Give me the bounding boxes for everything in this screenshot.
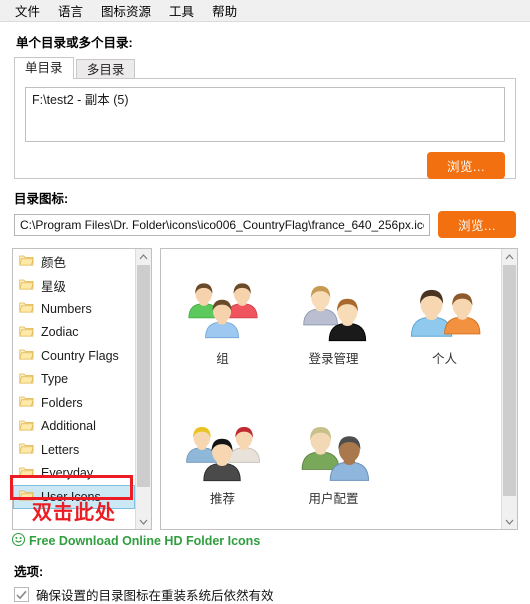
icon-grid-item[interactable]: 登录管理: [278, 255, 389, 395]
category-scrollbar-thumb[interactable]: [137, 265, 150, 487]
icon-grid[interactable]: 组 登录管理 个人推荐 用户配置: [161, 249, 501, 529]
scroll-up-icon[interactable]: [136, 249, 151, 264]
folder-icon: [19, 373, 34, 384]
menu-language[interactable]: 语言: [49, 0, 92, 22]
tab-single-directory[interactable]: 单目录: [14, 57, 74, 79]
menu-tools[interactable]: 工具: [160, 0, 203, 22]
category-item[interactable]: Zodiac: [13, 321, 135, 345]
directory-tabs: 单目录 多目录: [14, 57, 530, 79]
folder-icon: [19, 489, 34, 504]
icon-grid-item[interactable]: 推荐: [167, 395, 278, 529]
download-link-row[interactable]: Free Download Online HD Folder Icons: [11, 532, 530, 549]
icon-path-label: 目录图标:: [14, 192, 69, 206]
category-item[interactable]: Country Flags: [13, 344, 135, 368]
icon-grid-scrollbar[interactable]: [501, 249, 517, 529]
menu-bar: 文件 语言 图标资源 工具 帮助: [0, 0, 530, 22]
folder-icon: [19, 325, 34, 340]
icon-grid-item-label: 个人: [431, 352, 457, 366]
persist-icon-checkbox[interactable]: [14, 587, 29, 602]
directory-browse-button[interactable]: 浏览...: [427, 152, 505, 179]
category-list[interactable]: 颜色星级 Numbers Zodiac Country Flags Type Folder…: [13, 249, 135, 529]
icon-path-row: 浏览...: [14, 211, 516, 238]
menu-file[interactable]: 文件: [6, 0, 49, 22]
folder-icon: [19, 349, 34, 360]
category-item-label: User Icons: [41, 489, 101, 504]
workers-group-icon: [175, 395, 271, 486]
directory-textarea[interactable]: [25, 87, 505, 142]
two-users-config-icon: [286, 395, 382, 486]
folder-icon: [19, 442, 34, 457]
folder-icon: [19, 420, 34, 431]
category-item-label: Additional: [41, 419, 96, 434]
category-item-label: 星级: [41, 279, 67, 294]
smiley-face-icon: [11, 532, 26, 549]
folder-icon: [19, 395, 34, 410]
icon-grid-item-label: 登录管理: [308, 352, 359, 366]
directory-tab-panel: 浏览...: [14, 78, 516, 179]
category-item-label: Folders: [41, 395, 83, 410]
folder-icon: [19, 301, 34, 316]
download-icons-link[interactable]: Free Download Online HD Folder Icons: [29, 534, 260, 548]
category-item[interactable]: Type: [13, 368, 135, 392]
icon-grid-item-label: 组: [216, 352, 229, 366]
category-list-scrollbar[interactable]: [135, 249, 151, 529]
category-item-label: Numbers: [41, 301, 92, 316]
category-item[interactable]: Letters: [13, 438, 135, 462]
couple-icon: [397, 255, 493, 346]
folder-icon: [19, 466, 34, 481]
browser-area: 颜色星级 Numbers Zodiac Country Flags Type Folder…: [12, 248, 518, 530]
category-item-label: Zodiac: [41, 325, 79, 340]
category-item[interactable]: 颜色: [13, 250, 135, 274]
icon-grid-item[interactable]: 组: [167, 255, 278, 395]
folder-icon: [19, 255, 34, 266]
category-item[interactable]: Numbers: [13, 297, 135, 321]
category-item-label: Everyday: [41, 466, 94, 481]
icon-grid-item[interactable]: 个人: [389, 255, 500, 395]
scroll-up-icon[interactable]: [502, 249, 517, 264]
folder-icon: [19, 278, 34, 293]
icon-grid-item-label: 用户配置: [308, 492, 359, 506]
directory-browse-row: 浏览...: [25, 152, 505, 179]
category-item-label: Type: [41, 372, 69, 387]
tab-multi-directory[interactable]: 多目录: [75, 59, 136, 79]
folder-icon: [19, 419, 34, 434]
menu-icon-resources[interactable]: 图标资源: [92, 0, 160, 22]
category-item[interactable]: Folders: [13, 391, 135, 415]
folder-icon: [19, 326, 34, 337]
two-people-login-icon: [286, 255, 382, 346]
icon-grid-panel: 组 登录管理 个人推荐 用户配置: [160, 248, 518, 530]
persist-icon-checkbox-label: 确保设置的目录图标在重装系统后依然有效: [36, 589, 274, 603]
folder-icon: [19, 302, 34, 313]
options-label: 选项:: [14, 565, 44, 579]
app-window: 文件 语言 图标资源 工具 帮助 单个目录或多个目录: 单目录 多目录 浏览..…: [0, 0, 530, 603]
directory-section-label: 单个目录或多个目录:: [16, 36, 133, 50]
category-item-selected[interactable]: User Icons: [13, 485, 135, 509]
category-item[interactable]: Everyday: [13, 462, 135, 486]
folder-icon: [19, 348, 34, 363]
folder-icon: [19, 490, 34, 501]
option-row-persist-icon[interactable]: 确保设置的目录图标在重装系统后依然有效: [14, 585, 530, 604]
folder-icon: [19, 443, 34, 454]
folder-icon: [19, 254, 34, 269]
category-list-panel: 颜色星级 Numbers Zodiac Country Flags Type Folder…: [12, 248, 152, 530]
folder-icon: [19, 467, 34, 478]
icon-path-input[interactable]: [14, 213, 430, 236]
folder-icon: [19, 279, 34, 290]
icon-grid-item[interactable]: 用户配置: [278, 395, 389, 529]
icon-path-browse-button[interactable]: 浏览...: [438, 211, 516, 238]
folder-icon: [19, 396, 34, 407]
category-item-label: Country Flags: [41, 348, 119, 363]
menu-help[interactable]: 帮助: [203, 0, 246, 22]
category-item[interactable]: Additional: [13, 415, 135, 439]
three-people-icon: [175, 255, 271, 346]
scroll-down-icon[interactable]: [502, 514, 517, 529]
icon-scrollbar-thumb[interactable]: [503, 265, 516, 496]
scroll-down-icon[interactable]: [136, 514, 151, 529]
category-item-label: Letters: [41, 442, 80, 457]
icon-grid-item-label: 推荐: [209, 492, 235, 506]
folder-icon: [19, 372, 34, 387]
category-item[interactable]: 星级: [13, 274, 135, 298]
category-item-label: 颜色: [41, 256, 67, 271]
